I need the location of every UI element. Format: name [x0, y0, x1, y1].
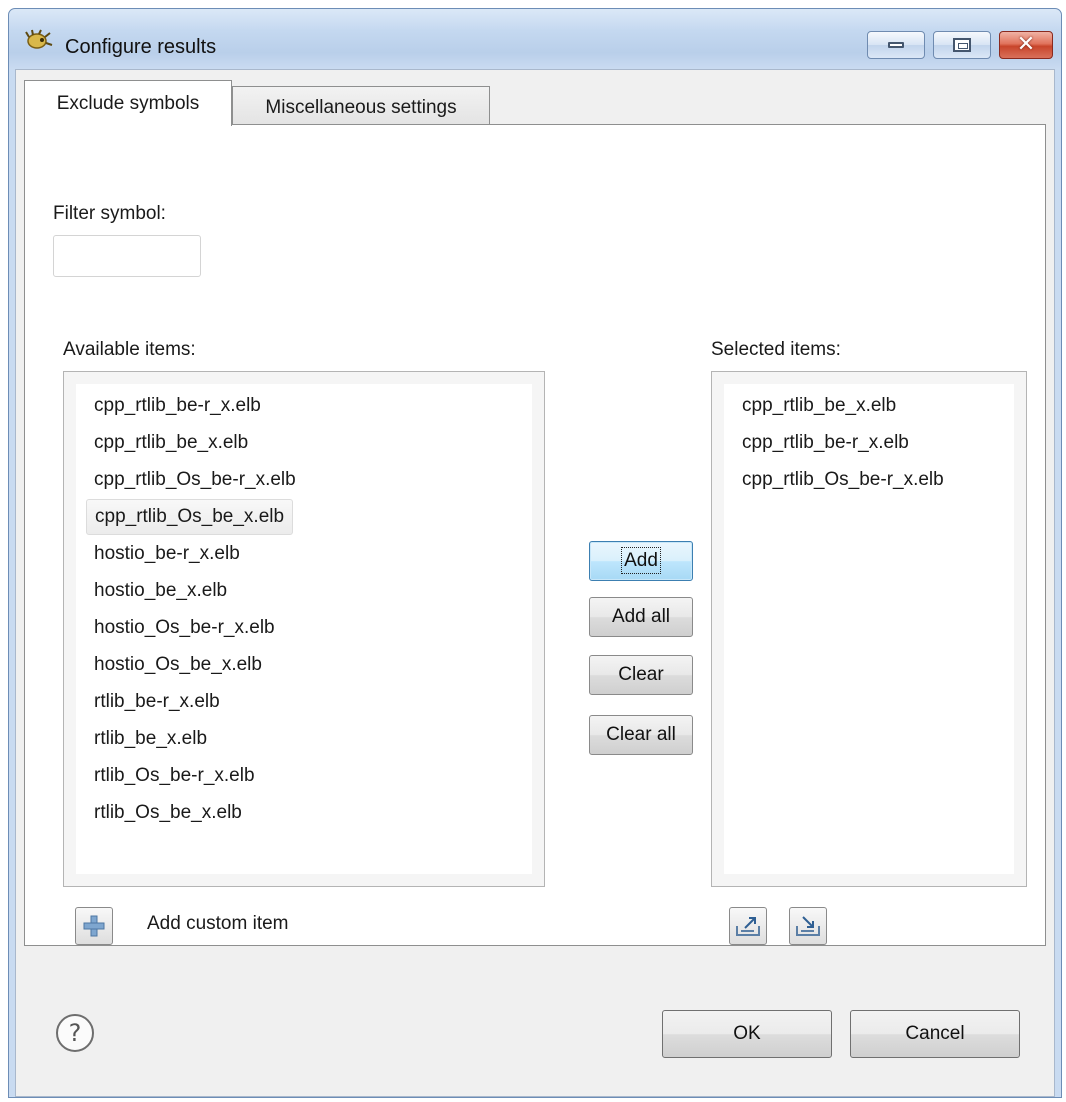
add-custom-item-button[interactable] [75, 907, 113, 945]
list-item[interactable]: rtlib_be-r_x.elb [86, 684, 228, 720]
clear-all-button[interactable]: Clear all [589, 715, 693, 755]
filter-symbol-input[interactable] [53, 235, 201, 277]
export-icon [736, 917, 760, 936]
plus-icon [83, 915, 105, 937]
tab-miscellaneous-settings[interactable]: Miscellaneous settings [232, 86, 490, 126]
list-item[interactable]: cpp_rtlib_be-r_x.elb [86, 388, 269, 424]
ok-button[interactable]: OK [662, 1010, 832, 1058]
available-items-frame: cpp_rtlib_be-r_x.elb cpp_rtlib_be_x.elb … [63, 371, 545, 887]
cancel-button[interactable]: Cancel [850, 1010, 1020, 1058]
list-item[interactable]: hostio_be_x.elb [86, 573, 235, 609]
maximize-icon [953, 38, 971, 52]
list-item[interactable]: rtlib_Os_be-r_x.elb [86, 758, 263, 794]
app-icon [25, 29, 53, 49]
export-button[interactable] [729, 907, 767, 945]
selected-items-list[interactable]: cpp_rtlib_be_x.elb cpp_rtlib_be-r_x.elb … [724, 384, 1014, 874]
add-all-button[interactable]: Add all [589, 597, 693, 637]
clear-button[interactable]: Clear [589, 655, 693, 695]
list-item[interactable]: hostio_Os_be-r_x.elb [86, 610, 283, 646]
add-custom-item-label: Add custom item [147, 913, 289, 934]
selected-items-frame: cpp_rtlib_be_x.elb cpp_rtlib_be-r_x.elb … [711, 371, 1027, 887]
import-icon [796, 916, 820, 936]
close-button[interactable]: ✕ [999, 31, 1053, 59]
title-bar[interactable]: Configure results ✕ [9, 9, 1061, 69]
tab-panel-exclude-symbols: Filter symbol: Available items: Selected… [24, 124, 1046, 946]
selected-items-label: Selected items: [711, 339, 841, 360]
list-item[interactable]: rtlib_Os_be_x.elb [86, 795, 250, 831]
available-items-label: Available items: [63, 339, 196, 360]
list-item[interactable]: rtlib_be_x.elb [86, 721, 215, 757]
dialog-window: Configure results ✕ Exclude symbols Misc… [8, 8, 1062, 1098]
list-item[interactable]: cpp_rtlib_Os_be-r_x.elb [86, 462, 304, 498]
help-icon[interactable]: ? [56, 1014, 94, 1052]
list-item[interactable]: cpp_rtlib_be-r_x.elb [734, 425, 917, 461]
available-items-list[interactable]: cpp_rtlib_be-r_x.elb cpp_rtlib_be_x.elb … [76, 384, 532, 874]
filter-label: Filter symbol: [53, 203, 166, 224]
list-item[interactable]: cpp_rtlib_Os_be-r_x.elb [734, 462, 952, 498]
list-item[interactable]: hostio_be-r_x.elb [86, 536, 248, 572]
minimize-icon [888, 42, 904, 48]
add-button[interactable]: Add [589, 541, 693, 581]
add-button-label: Add [621, 547, 661, 574]
list-item[interactable]: cpp_rtlib_be_x.elb [86, 425, 256, 461]
minimize-button[interactable] [867, 31, 925, 59]
window-title: Configure results [65, 36, 217, 58]
dialog-client-area: Exclude symbols Miscellaneous settings F… [15, 69, 1055, 1097]
maximize-button[interactable] [933, 31, 991, 59]
close-icon: ✕ [1016, 32, 1036, 57]
list-item[interactable]: hostio_Os_be_x.elb [86, 647, 270, 683]
import-button[interactable] [789, 907, 827, 945]
list-item[interactable]: cpp_rtlib_Os_be_x.elb [86, 499, 294, 535]
list-item[interactable]: cpp_rtlib_be_x.elb [734, 388, 904, 424]
tab-exclude-symbols[interactable]: Exclude symbols [24, 80, 232, 126]
